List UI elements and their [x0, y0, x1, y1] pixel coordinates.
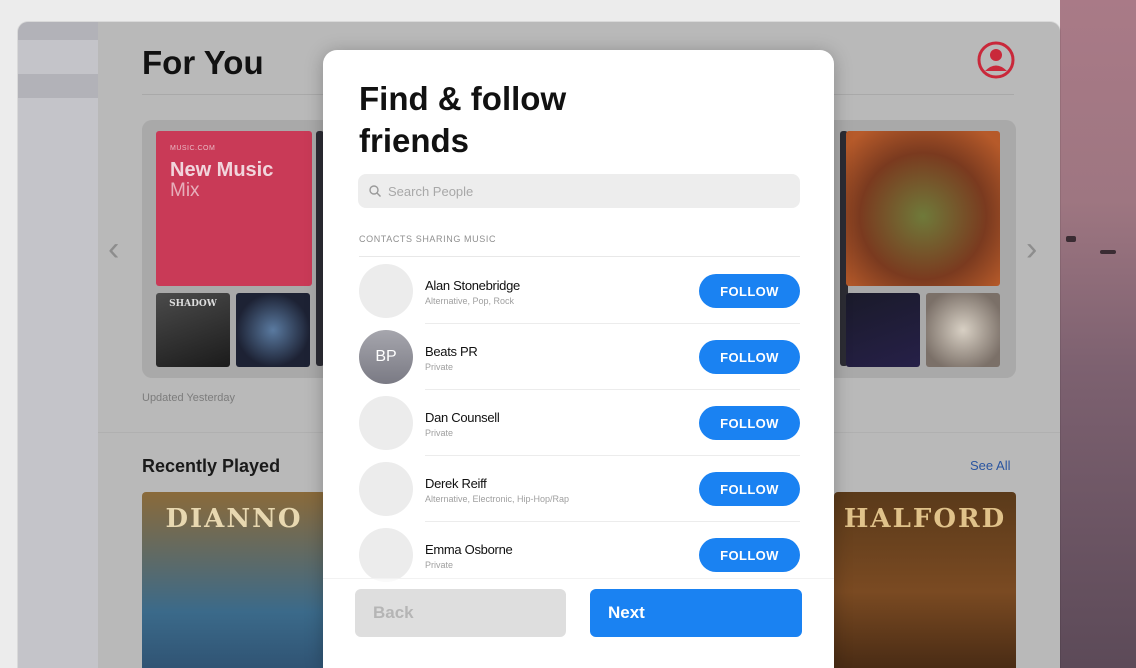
modal-footer: Back Next [323, 578, 834, 668]
contact-name: Dan Counsell [425, 410, 500, 425]
tile-title: New Music [170, 159, 274, 181]
page-title: For You [142, 44, 264, 81]
header-divider [359, 256, 800, 257]
follow-button[interactable]: FOLLOW [699, 406, 800, 440]
contact-genres: Private [425, 428, 454, 438]
album-tile-text: SHADOW [169, 299, 217, 309]
search-icon [369, 185, 381, 197]
contact-row: Dan Counsell Private FOLLOW [359, 390, 800, 456]
contact-name: Beats PR [425, 344, 478, 359]
next-button[interactable]: Next [590, 589, 802, 637]
sidebar-item[interactable] [18, 22, 98, 40]
album-tile[interactable] [846, 293, 920, 367]
contact-row: BP Beats PR Private FOLLOW [359, 324, 800, 390]
avatar [359, 264, 413, 318]
contact-genres: Private [425, 560, 454, 570]
album-tile-large[interactable] [846, 131, 1000, 286]
modal-title: Find & follow friends [359, 80, 567, 159]
follow-button[interactable]: FOLLOW [699, 538, 800, 572]
album-title-text: HALFORD [843, 504, 1007, 534]
sidebar [18, 22, 98, 668]
contact-row: Alan Stonebridge Alternative, Pop, Rock … [359, 258, 800, 324]
follow-button[interactable]: FOLLOW [699, 274, 800, 308]
sidebar-item-selected[interactable] [18, 74, 98, 98]
album-tile[interactable] [926, 293, 1000, 367]
find-follow-friends-modal: Find & follow friends CONTACTS SHARING M… [323, 50, 834, 668]
contacts-section-header: CONTACTS SHARING MUSIC [359, 234, 497, 244]
contact-name: Emma Osborne [425, 542, 513, 557]
tile-subtitle: Mix [170, 180, 200, 201]
album-tile[interactable]: SHADOW [156, 293, 230, 367]
follow-button[interactable]: FOLLOW [699, 340, 800, 374]
chevron-right-icon[interactable]: › [1026, 230, 1037, 269]
album-title-text: DIANNO [165, 504, 303, 534]
desktop-wallpaper [1060, 0, 1136, 668]
tile-brand: MUSIC.COM [170, 145, 216, 152]
follow-button[interactable]: FOLLOW [699, 472, 800, 506]
wallpaper-rock [1066, 236, 1076, 242]
avatar [359, 462, 413, 516]
contact-name: Derek Reiff [425, 476, 487, 491]
updated-label: Updated Yesterday [142, 392, 235, 404]
see-all-link[interactable]: See All [970, 458, 1010, 473]
album-tile[interactable] [236, 293, 310, 367]
recent-album[interactable]: HALFORD [834, 492, 1016, 668]
contact-genres: Alternative, Pop, Rock [425, 296, 515, 306]
avatar [359, 396, 413, 450]
back-button[interactable]: Back [355, 589, 566, 637]
contact-row: Derek Reiff Alternative, Electronic, Hip… [359, 456, 800, 522]
contact-name: Alan Stonebridge [425, 278, 520, 293]
contact-genres: Alternative, Electronic, Hip-Hop/Rap [425, 494, 570, 504]
search-box[interactable] [358, 174, 800, 208]
new-music-mix-tile[interactable]: MUSIC.COM New Music Mix [156, 131, 312, 286]
profile-icon[interactable] [976, 40, 1016, 80]
recent-album[interactable]: DIANNO [142, 492, 326, 668]
avatar [359, 528, 413, 582]
avatar: BP [359, 330, 413, 384]
recently-played-title: Recently Played [142, 456, 281, 476]
search-people-input[interactable] [388, 183, 768, 199]
chevron-left-icon[interactable]: ‹ [108, 230, 119, 269]
wallpaper-rock [1100, 250, 1116, 254]
contact-genres: Private [425, 362, 454, 372]
